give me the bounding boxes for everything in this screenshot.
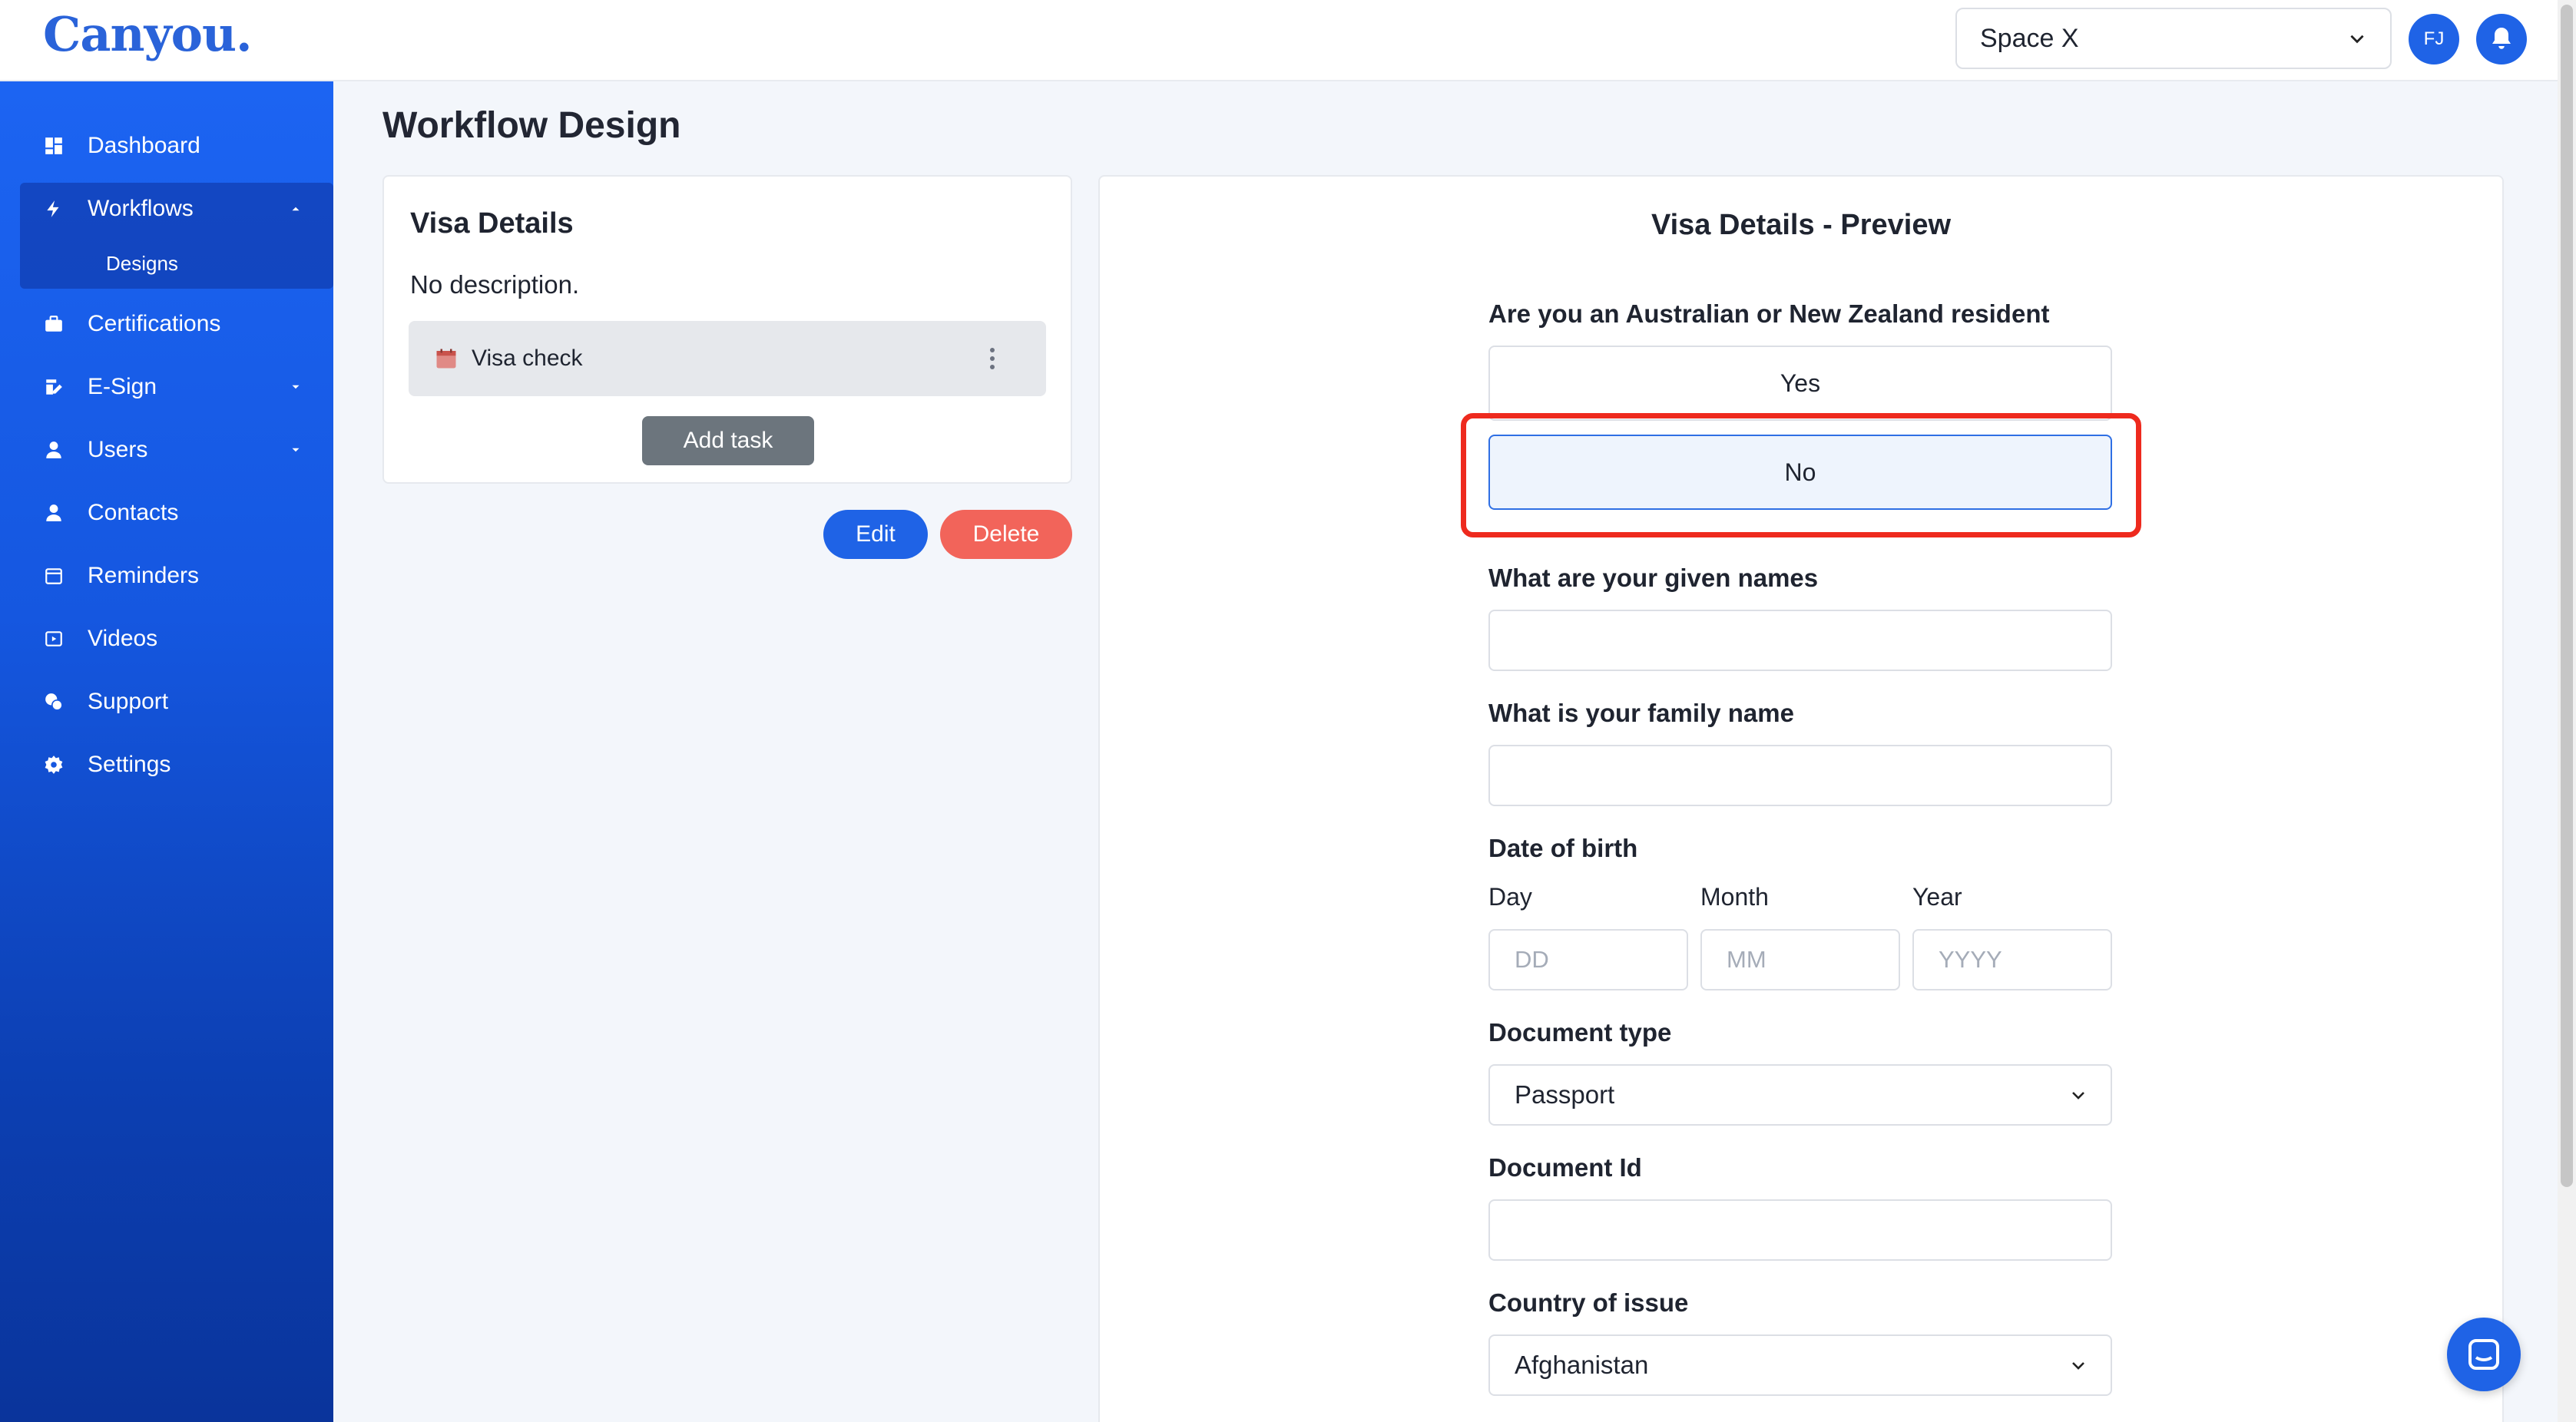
sidebar-item-label: Certifications [88,311,221,336]
briefcase-icon [45,316,62,332]
sidebar-item-contacts[interactable]: Contacts [20,484,333,542]
sidebar-item-label: Reminders [88,563,200,588]
chevron-down-icon [2072,1362,2084,1370]
sidebar-item-support[interactable]: Support [20,673,333,731]
signature-icon [46,379,62,395]
option-yes[interactable]: Yes [1488,346,2112,421]
sidebar-item-certifications[interactable]: Certifications [20,295,333,353]
month-input[interactable]: MM [1700,929,1900,990]
sidebar-item-label: Contacts [88,500,179,525]
family-name-label: What is your family name [1488,699,1794,727]
chevron-down-icon [292,385,300,389]
top-header: Canyou. Space X FJ [0,0,2576,81]
sidebar-item-label: Users [88,437,148,462]
calendar-icon [436,349,456,369]
contact-icon [46,504,61,521]
delete-button[interactable]: Delete [940,510,1072,559]
family-name-input[interactable] [1488,745,2112,806]
resident-question-label: Are you an Australian or New Zealand res… [1488,299,2050,328]
chevron-down-icon [2350,35,2364,44]
chat-icon [2468,1339,2499,1370]
document-type-select[interactable]: Passport [1488,1064,2112,1126]
edit-button[interactable]: Edit [823,510,928,559]
year-input[interactable]: YYYY [1912,929,2112,990]
year-label: Year [1912,883,1962,911]
sidebar-item-label: E-Sign [88,374,157,399]
scrollbar-thumb[interactable] [2561,5,2573,1187]
space-select-value: Space X [1980,23,2079,53]
bell-icon [2492,28,2511,49]
document-type-value: Passport [1515,1080,1615,1109]
page-scrollbar[interactable] [2558,0,2576,1422]
chat-launcher-button[interactable] [2447,1318,2521,1391]
day-label: Day [1488,883,1532,911]
sidebar-item-label: Videos [88,626,158,651]
document-id-label: Document Id [1488,1153,1642,1182]
day-input[interactable]: DD [1488,929,1688,990]
sidebar-item-label: Settings [88,752,171,777]
space-select[interactable]: Space X [1955,8,2392,69]
sidebar-item-e-sign[interactable]: E-Sign [20,358,333,416]
calendar-icon [45,568,62,584]
user-icon [46,441,61,458]
sidebar-subitem-label: Designs [106,251,178,275]
document-id-input[interactable] [1488,1199,2112,1261]
task-label: Visa check [472,346,583,371]
task-item[interactable]: Visa check [409,321,1046,396]
app-logo[interactable]: Canyou. [43,6,253,62]
more-options-icon[interactable] [989,347,995,370]
sidebar-item-dashboard[interactable]: Dashboard [20,117,333,175]
support-icon [45,693,63,711]
sidebar-item-users[interactable]: Users [20,421,333,479]
gear-icon [45,756,63,774]
avatar[interactable]: FJ [2409,14,2459,64]
selection-highlight [1461,413,2141,537]
given-names-input[interactable] [1488,610,2112,671]
preview-title: Visa Details - Preview [1651,209,1952,241]
notifications-button[interactable] [2476,14,2527,64]
sidebar-item-settings[interactable]: Settings [20,736,333,794]
country-of-issue-value: Afghanistan [1515,1351,1649,1379]
add-task-button[interactable]: Add task [642,416,814,465]
avatar-initials: FJ [2423,28,2445,49]
sidebar-item-label: Support [88,689,169,714]
sidebar-item-label: Dashboard [88,133,200,158]
dashboard-icon [45,137,62,154]
country-of-issue-label: Country of issue [1488,1288,1689,1317]
video-icon [45,631,62,647]
country-of-issue-select[interactable]: Afghanistan [1488,1334,2112,1396]
sidebar-item-videos[interactable]: Videos [20,610,333,668]
given-names-label: What are your given names [1488,564,1819,592]
document-type-label: Document type [1488,1018,1672,1047]
page-title: Workflow Design [382,105,681,146]
chevron-down-icon [2072,1092,2084,1100]
month-label: Month [1700,883,1769,911]
sidebar-item-reminders[interactable]: Reminders [20,547,333,605]
date-of-birth-label: Date of birth [1488,834,1638,862]
sidebar-subitem-designs[interactable]: Designs [20,238,333,289]
chevron-down-icon [292,448,300,452]
workflow-description: No description. [410,270,580,299]
